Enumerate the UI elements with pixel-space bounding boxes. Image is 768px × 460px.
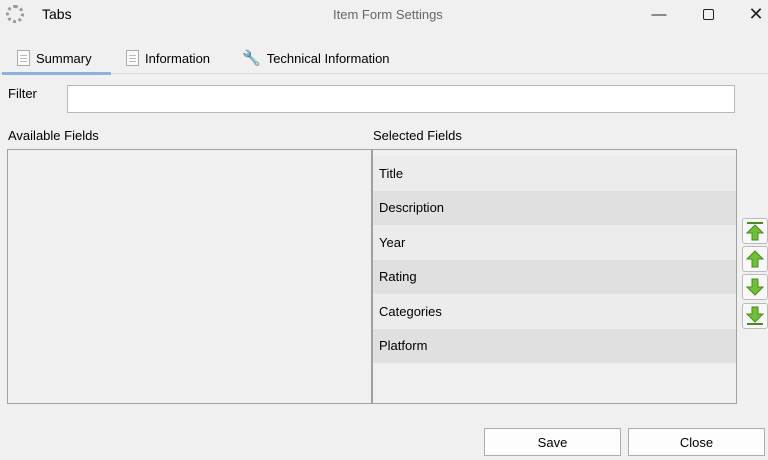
wrench-icon: 🔧 [242, 50, 261, 67]
tab-information[interactable]: Information [126, 44, 210, 72]
arrow-down-icon [746, 278, 764, 296]
list-item[interactable]: Description [373, 190, 736, 225]
tab-technical-information[interactable]: 🔧 Technical Information [242, 44, 390, 72]
move-up-button[interactable] [742, 246, 768, 272]
document-icon [126, 50, 139, 66]
tab-divider [0, 73, 768, 74]
save-button[interactable]: Save [484, 428, 621, 456]
move-top-icon [746, 222, 764, 241]
close-window-button[interactable]: ✕ [733, 0, 768, 28]
window-title: Item Form Settings [333, 7, 443, 22]
list-item[interactable]: Title [373, 156, 736, 191]
selected-fields-label: Selected Fields [373, 128, 462, 143]
move-bottom-icon [746, 306, 764, 325]
arrow-up-icon [746, 250, 764, 268]
app-label: Tabs [42, 6, 72, 22]
filter-input[interactable] [67, 85, 735, 113]
app-icon [6, 5, 24, 23]
tab-label: Summary [36, 50, 92, 66]
list-item[interactable]: Categories [373, 294, 736, 329]
move-to-bottom-button[interactable] [742, 303, 768, 329]
move-down-button[interactable] [742, 274, 768, 300]
filter-label: Filter [8, 86, 37, 101]
tab-label: Information [145, 50, 211, 66]
document-icon [17, 50, 30, 66]
tab-label: Technical Information [266, 50, 390, 66]
available-fields-label: Available Fields [8, 128, 99, 143]
close-button[interactable]: Close [628, 428, 765, 456]
list-item[interactable]: Rating [373, 259, 736, 294]
maximize-button[interactable] [685, 0, 731, 28]
list-item[interactable]: Year [373, 225, 736, 260]
minimize-button[interactable]: — [636, 0, 682, 28]
tab-summary[interactable]: Summary [17, 44, 92, 72]
available-fields-list[interactable] [7, 149, 372, 404]
move-to-top-button[interactable] [742, 218, 768, 244]
selected-fields-list[interactable]: Title Description Year Rating Categories… [371, 149, 737, 404]
list-item[interactable]: Platform [373, 328, 736, 363]
active-tab-indicator [2, 72, 111, 75]
